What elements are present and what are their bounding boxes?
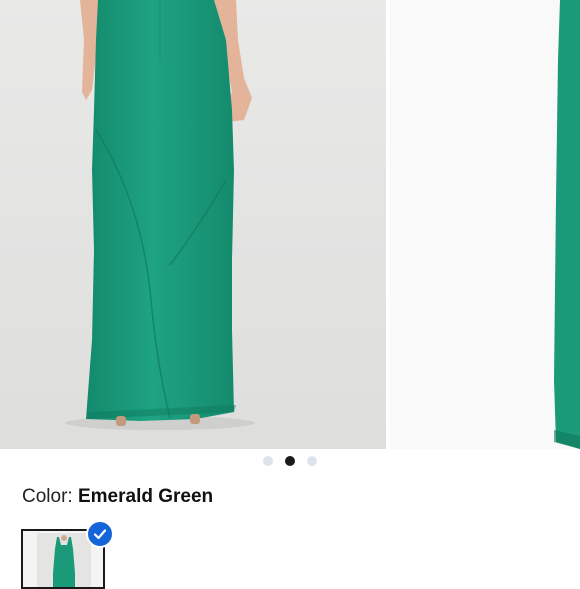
color-label: Color: <box>22 486 73 507</box>
selected-check-icon <box>86 520 114 548</box>
swatch-dress-image <box>53 535 75 587</box>
pagination-dot-3[interactable] <box>307 456 317 466</box>
dress-partial-view-image <box>554 0 580 449</box>
selected-color-line: Color: Emerald Green <box>22 486 213 508</box>
swatch-thumbnail <box>37 533 91 587</box>
dress-back-view-image <box>65 0 255 430</box>
pagination-dot-2-active[interactable] <box>285 456 295 466</box>
color-value: Emerald Green <box>77 486 214 507</box>
product-image-next[interactable] <box>390 0 580 449</box>
product-image-gallery[interactable] <box>0 0 580 449</box>
pagination-dot-1[interactable] <box>263 456 273 466</box>
product-image-main[interactable] <box>0 0 386 449</box>
gallery-pagination <box>0 455 580 467</box>
